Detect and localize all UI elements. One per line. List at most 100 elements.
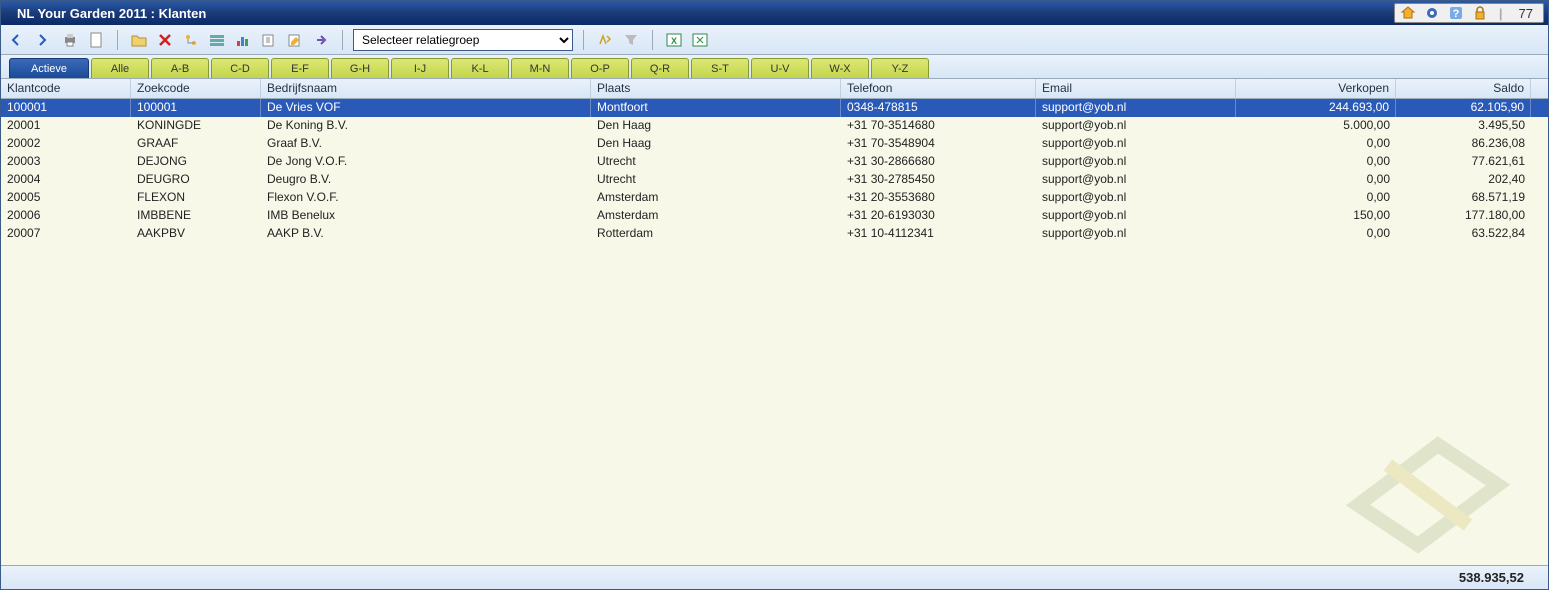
cell-saldo: 77.621,61 — [1396, 153, 1531, 171]
cell-klantcode: 20007 — [1, 225, 131, 243]
cell-plaats: Rotterdam — [591, 225, 841, 243]
nav-next-icon[interactable] — [33, 29, 55, 51]
cell-bedrijfsnaam: Flexon V.O.F. — [261, 189, 591, 207]
cell-verkopen: 150,00 — [1236, 207, 1396, 225]
col-bedrijfsnaam[interactable]: Bedrijfsnaam — [261, 79, 591, 98]
cell-verkopen: 0,00 — [1236, 171, 1396, 189]
cell-plaats: Utrecht — [591, 153, 841, 171]
relation-group-select[interactable]: Selecteer relatiegroep — [353, 29, 573, 51]
filter-tab-q-r[interactable]: Q-R — [631, 58, 689, 78]
filter-off-icon[interactable] — [620, 29, 642, 51]
cell-plaats: Montfoort — [591, 99, 841, 117]
grid-body[interactable]: 100001100001De Vries VOFMontfoort0348-47… — [1, 99, 1548, 565]
svg-text:X: X — [671, 36, 677, 46]
window-title: NL Your Garden 2011 : Klanten — [17, 6, 206, 21]
cell-bedrijfsnaam: Graaf B.V. — [261, 135, 591, 153]
cell-klantcode: 20005 — [1, 189, 131, 207]
footer-total: 538.935,52 — [1459, 570, 1524, 585]
excel-export-icon[interactable] — [689, 29, 711, 51]
cell-saldo: 86.236,08 — [1396, 135, 1531, 153]
cell-telefoon: +31 10-4112341 — [841, 225, 1036, 243]
table-row[interactable]: 20006IMBBENEIMB BeneluxAmsterdam+31 20-6… — [1, 207, 1548, 225]
titlebar-actions: ? | 77 — [1394, 3, 1544, 23]
export-icon[interactable] — [258, 29, 280, 51]
cell-klantcode: 20006 — [1, 207, 131, 225]
cell-telefoon: +31 30-2785450 — [841, 171, 1036, 189]
cell-bedrijfsnaam: De Vries VOF — [261, 99, 591, 117]
table-row[interactable]: 20001KONINGDEDe Koning B.V.Den Haag+31 7… — [1, 117, 1548, 135]
relations-icon[interactable] — [180, 29, 202, 51]
cell-klantcode: 20001 — [1, 117, 131, 135]
svg-text:?: ? — [1453, 8, 1460, 20]
new-icon[interactable] — [85, 29, 107, 51]
watermark-logo — [1328, 395, 1518, 555]
table-row[interactable]: 20002GRAAFGraaf B.V.Den Haag+31 70-35489… — [1, 135, 1548, 153]
table-row[interactable]: 100001100001De Vries VOFMontfoort0348-47… — [1, 99, 1548, 117]
filter-tab-e-f[interactable]: E-F — [271, 58, 329, 78]
filter-tab-g-h[interactable]: G-H — [331, 58, 389, 78]
cell-zoekcode: GRAAF — [131, 135, 261, 153]
cell-email: support@yob.nl — [1036, 135, 1236, 153]
cell-saldo: 202,40 — [1396, 171, 1531, 189]
cell-bedrijfsnaam: Deugro B.V. — [261, 171, 591, 189]
cell-email: support@yob.nl — [1036, 225, 1236, 243]
highlight-icon[interactable] — [594, 29, 616, 51]
separator: | — [1495, 6, 1507, 21]
chart-icon[interactable] — [232, 29, 254, 51]
cell-zoekcode: DEJONG — [131, 153, 261, 171]
col-klantcode[interactable]: Klantcode — [1, 79, 131, 98]
toolbar-separator — [583, 30, 584, 50]
print-icon[interactable] — [59, 29, 81, 51]
filter-tab-y-z[interactable]: Y-Z — [871, 58, 929, 78]
cell-saldo: 3.495,50 — [1396, 117, 1531, 135]
filter-tab-i-j[interactable]: I-J — [391, 58, 449, 78]
filter-tab-actieve[interactable]: Actieve — [9, 58, 89, 78]
cell-saldo: 62.105,90 — [1396, 99, 1531, 117]
edit-icon[interactable] — [284, 29, 306, 51]
gear-icon[interactable] — [1423, 4, 1441, 22]
col-zoekcode[interactable]: Zoekcode — [131, 79, 261, 98]
home-icon[interactable] — [1399, 4, 1417, 22]
filter-tab-s-t[interactable]: S-T — [691, 58, 749, 78]
open-icon[interactable] — [128, 29, 150, 51]
col-plaats[interactable]: Plaats — [591, 79, 841, 98]
lock-icon[interactable] — [1471, 4, 1489, 22]
cell-email: support@yob.nl — [1036, 207, 1236, 225]
table-row[interactable]: 20005FLEXONFlexon V.O.F.Amsterdam+31 20-… — [1, 189, 1548, 207]
table-row[interactable]: 20007AAKPBVAAKP B.V.Rotterdam+31 10-4112… — [1, 225, 1548, 243]
filter-tabs: ActieveAlleA-BC-DE-FG-HI-JK-LM-NO-PQ-RS-… — [1, 55, 1548, 79]
filter-tab-alle[interactable]: Alle — [91, 58, 149, 78]
filter-tab-a-b[interactable]: A-B — [151, 58, 209, 78]
cell-zoekcode: IMBBENE — [131, 207, 261, 225]
filter-tab-k-l[interactable]: K-L — [451, 58, 509, 78]
list-icon[interactable] — [206, 29, 228, 51]
filter-tab-c-d[interactable]: C-D — [211, 58, 269, 78]
cell-verkopen: 5.000,00 — [1236, 117, 1396, 135]
cell-zoekcode: KONINGDE — [131, 117, 261, 135]
delete-icon[interactable] — [154, 29, 176, 51]
col-verkopen[interactable]: Verkopen — [1236, 79, 1396, 98]
excel-icon[interactable]: X — [663, 29, 685, 51]
col-email[interactable]: Email — [1036, 79, 1236, 98]
cell-email: support@yob.nl — [1036, 117, 1236, 135]
cell-zoekcode: FLEXON — [131, 189, 261, 207]
col-telefoon[interactable]: Telefoon — [841, 79, 1036, 98]
filter-tab-u-v[interactable]: U-V — [751, 58, 809, 78]
cell-verkopen: 0,00 — [1236, 189, 1396, 207]
cell-email: support@yob.nl — [1036, 99, 1236, 117]
nav-prev-icon[interactable] — [7, 29, 29, 51]
filter-tab-m-n[interactable]: M-N — [511, 58, 569, 78]
arrow-right-icon[interactable] — [310, 29, 332, 51]
table-row[interactable]: 20004DEUGRODeugro B.V.Utrecht+31 30-2785… — [1, 171, 1548, 189]
col-saldo[interactable]: Saldo — [1396, 79, 1531, 98]
filter-tab-w-x[interactable]: W-X — [811, 58, 869, 78]
table-row[interactable]: 20003DEJONGDe Jong V.O.F.Utrecht+31 30-2… — [1, 153, 1548, 171]
cell-zoekcode: AAKPBV — [131, 225, 261, 243]
status-bar: 538.935,52 — [1, 565, 1548, 589]
cell-bedrijfsnaam: De Jong V.O.F. — [261, 153, 591, 171]
help-icon[interactable]: ? — [1447, 4, 1465, 22]
cell-telefoon: +31 30-2866680 — [841, 153, 1036, 171]
filter-tab-o-p[interactable]: O-P — [571, 58, 629, 78]
cell-verkopen: 0,00 — [1236, 225, 1396, 243]
cell-saldo: 177.180,00 — [1396, 207, 1531, 225]
